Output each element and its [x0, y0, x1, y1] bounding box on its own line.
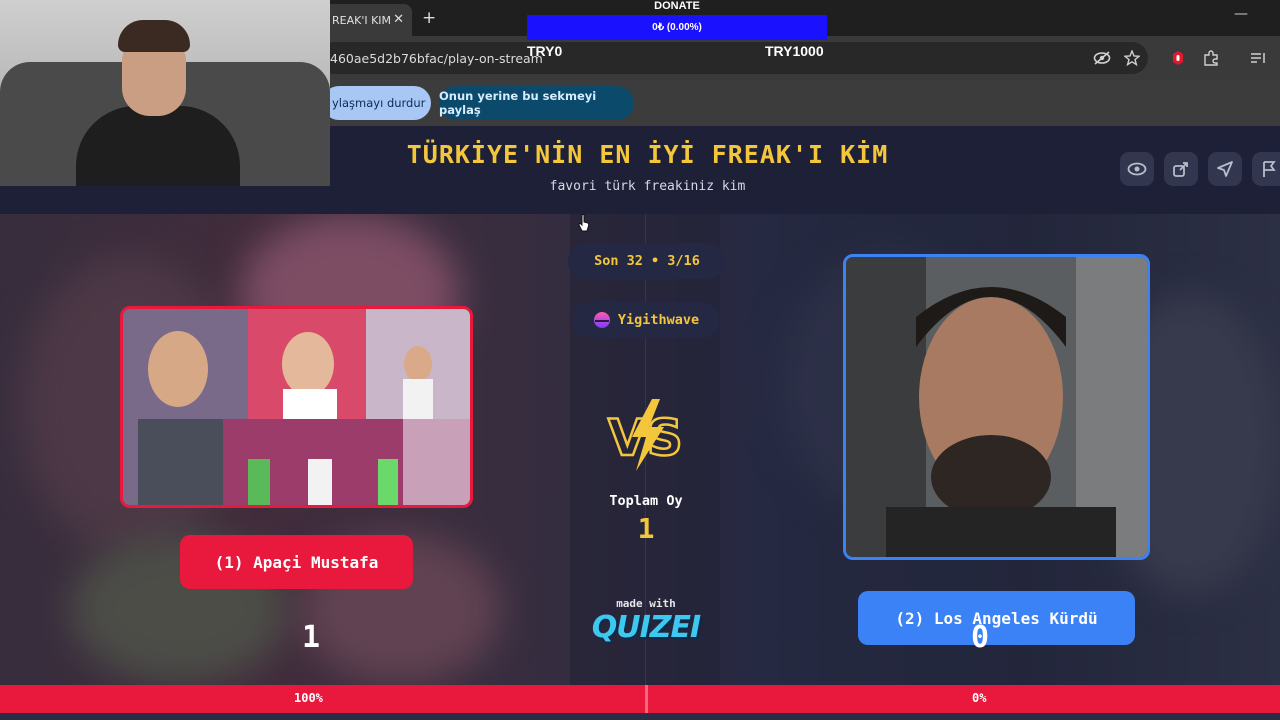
donation-progress-bar: 0₺ (0.00%)	[527, 15, 827, 40]
webcam-feed	[0, 0, 330, 186]
left-choice-button[interactable]: (1) Apaçi Mustafa	[180, 535, 413, 589]
minimize-button[interactable]: —	[1234, 6, 1248, 22]
extensions-puzzle-icon[interactable]	[1201, 48, 1221, 68]
player-avatar-icon	[593, 312, 610, 328]
player-badge: Yigithwave	[572, 302, 720, 338]
share-this-tab-button[interactable]: Onun yerine bu sekmeyi paylaş	[439, 86, 634, 120]
flag-icon[interactable]	[1252, 152, 1280, 186]
total-votes-value: 1	[637, 512, 655, 545]
tab-close-icon[interactable]: ✕	[393, 12, 404, 27]
vs-icon: VS	[602, 395, 692, 475]
right-percentage: 0%	[972, 691, 987, 705]
stop-sharing-button[interactable]: ylaşmayı durdur	[322, 86, 431, 120]
percentage-divider	[645, 685, 648, 713]
donation-progress-text: 0₺ (0.00%)	[652, 22, 702, 33]
bookmark-star-icon[interactable]	[1122, 48, 1142, 68]
right-choice-image[interactable]	[843, 254, 1150, 560]
bottom-strip	[0, 713, 1280, 720]
quiz-title: TÜRKİYE'NİN EN İYİ FREAK'I KİM	[406, 140, 889, 169]
total-votes-label: Toplam Oy	[609, 493, 683, 509]
player-name: Yigithwave	[617, 312, 700, 328]
round-indicator: Son 32 • 3/16	[568, 243, 726, 279]
donation-max-label: TRY1000	[765, 43, 824, 59]
mouse-cursor-icon	[578, 214, 590, 232]
quiz-subtitle: favori türk freakiniz kim	[549, 179, 746, 194]
quizei-logo[interactable]: QUIZEI	[585, 610, 707, 645]
eye-icon[interactable]	[1120, 152, 1154, 186]
reading-list-icon[interactable]	[1248, 48, 1268, 68]
left-vote-count: 1	[302, 620, 321, 655]
url-text[interactable]: 460ae5d2b76bfac/play-on-stream	[330, 51, 543, 66]
left-choice-image[interactable]	[120, 306, 473, 508]
vote-percentage-bar	[0, 685, 1280, 713]
share-icon[interactable]	[1164, 152, 1198, 186]
tab-title: REAK'I KIM	[332, 13, 392, 27]
eye-slash-icon[interactable]	[1092, 48, 1112, 68]
new-tab-button[interactable]: +	[422, 8, 436, 28]
donation-min-label: TRY0	[527, 43, 563, 59]
send-icon[interactable]	[1208, 152, 1242, 186]
donate-title: DONATE	[654, 0, 700, 12]
left-percentage: 100%	[294, 691, 323, 705]
right-vote-count: 0	[971, 620, 990, 655]
right-choice-button[interactable]: (2) Los Angeles Kürdü	[858, 591, 1135, 645]
extension-red-icon[interactable]	[1168, 48, 1188, 68]
browser-tab[interactable]: REAK'I KIM ✕	[322, 4, 412, 36]
made-with-label: made with	[616, 597, 676, 610]
